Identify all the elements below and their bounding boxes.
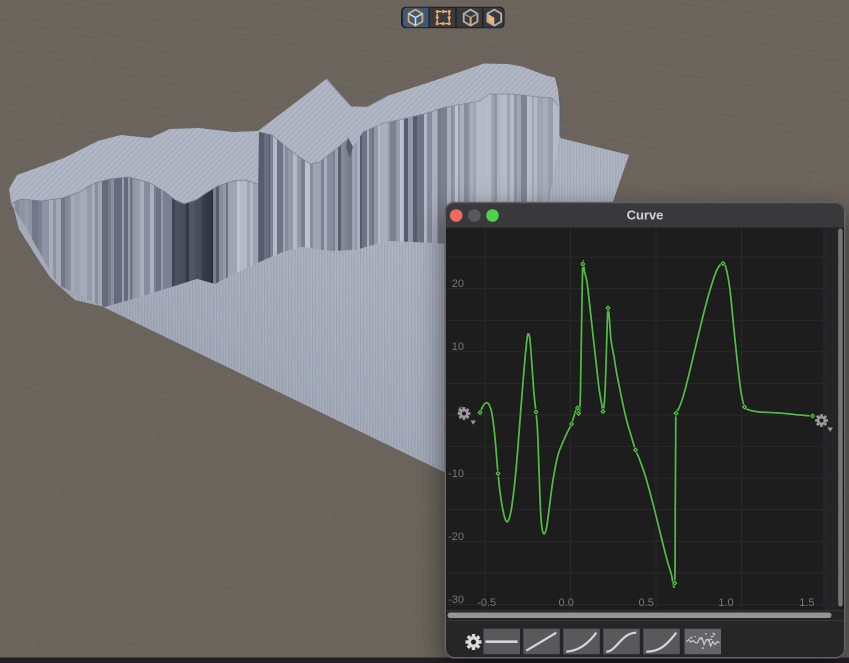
svg-text:-30: -30 xyxy=(448,594,464,606)
svg-text:-20: -20 xyxy=(448,531,464,543)
svg-text:20: 20 xyxy=(452,278,464,290)
svg-text:0.5: 0.5 xyxy=(639,597,654,609)
svg-text:1.0: 1.0 xyxy=(718,597,733,609)
svg-text:10: 10 xyxy=(452,341,464,353)
svg-text:-0.5: -0.5 xyxy=(477,597,496,609)
svg-text:-10: -10 xyxy=(448,468,464,480)
svg-text:1.5: 1.5 xyxy=(799,597,814,609)
svg-text:0.0: 0.0 xyxy=(559,597,574,609)
svg-text:Curve: Curve xyxy=(627,208,664,223)
